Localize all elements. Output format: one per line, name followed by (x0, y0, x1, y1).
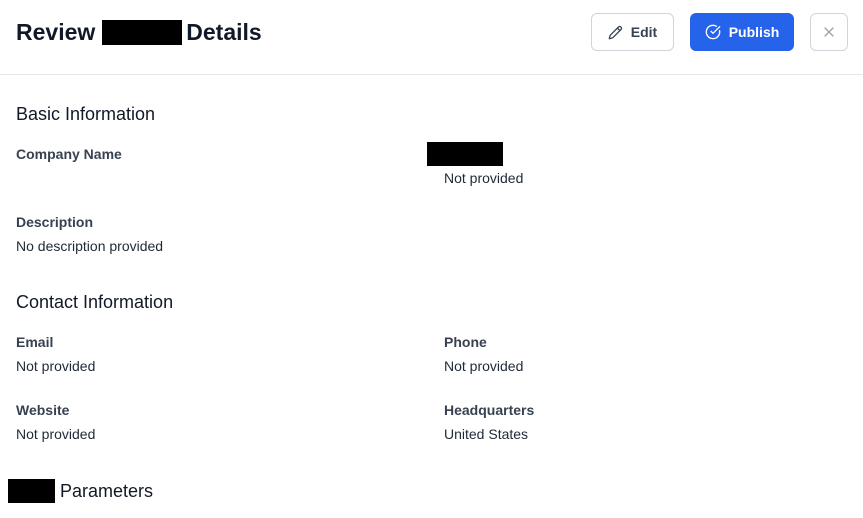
page-title: Review Details (16, 19, 262, 46)
publish-button-label: Publish (728, 24, 780, 40)
phone-value: Not provided (444, 358, 524, 374)
page-header: Review Details Edit Publish (0, 0, 863, 75)
headquarters-label: Headquarters (444, 402, 535, 418)
description-label: Description (16, 214, 94, 230)
company-name-label: Company Name (16, 146, 122, 162)
redacted-block (102, 20, 183, 45)
parameters-heading: Parameters (8, 479, 153, 503)
page-title-prefix: Review (16, 19, 96, 45)
phone-label: Phone (444, 334, 487, 350)
email-label: Email (16, 334, 54, 350)
pencil-icon (608, 25, 623, 40)
contact-information-heading: Contact Information (16, 292, 174, 312)
redacted-block (8, 479, 55, 503)
close-button[interactable] (810, 13, 848, 51)
close-icon (821, 24, 837, 40)
description-value: No description provided (16, 238, 164, 254)
company-name-value: Not provided (444, 170, 524, 186)
publish-button[interactable]: Publish (690, 13, 794, 51)
email-value: Not provided (16, 358, 96, 374)
edit-button-label: Edit (630, 24, 658, 40)
website-value: Not provided (16, 426, 96, 442)
check-circle-icon (705, 24, 721, 40)
redacted-block (427, 142, 503, 166)
page-title-suffix: Details (186, 19, 262, 45)
headquarters-value: United States (444, 426, 529, 442)
parameters-heading-label: Parameters (60, 480, 154, 501)
edit-button[interactable]: Edit (591, 13, 674, 51)
website-label: Website (16, 402, 70, 418)
basic-information-heading: Basic Information (16, 104, 156, 124)
